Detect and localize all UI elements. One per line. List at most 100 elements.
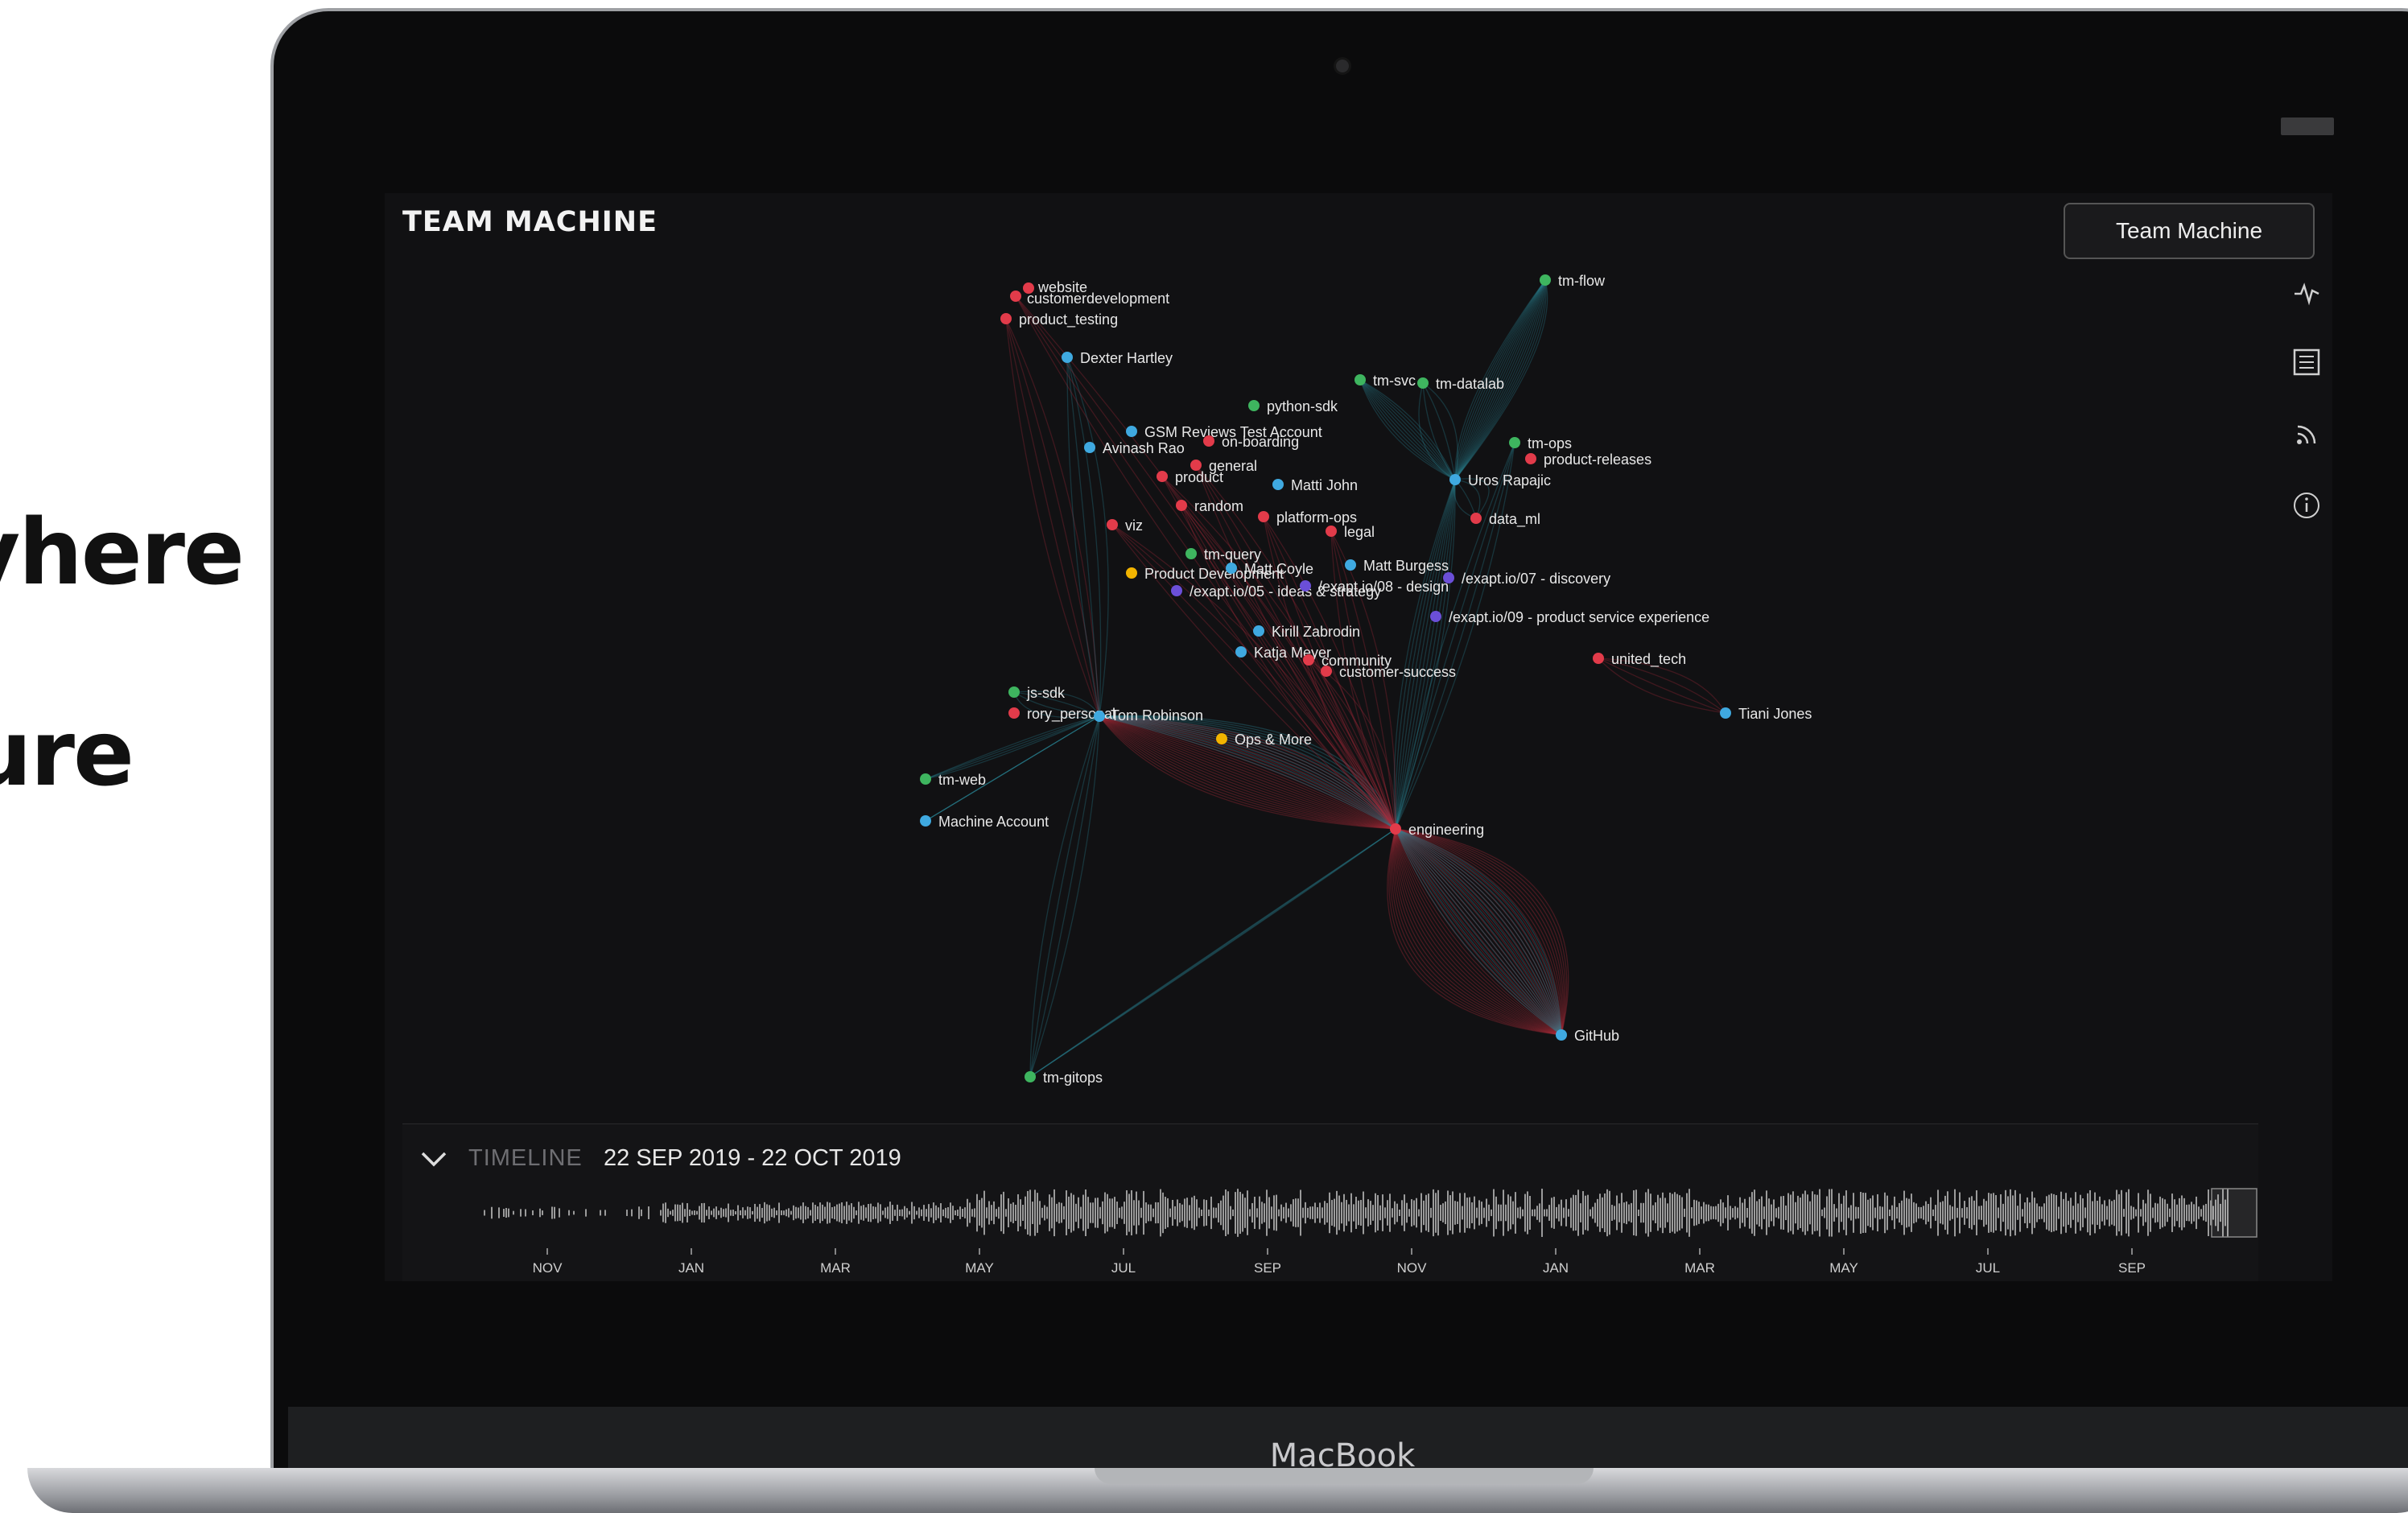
graph-node-dot[interactable] — [1509, 437, 1520, 448]
graph-node-label: Tiani Jones — [1738, 706, 1812, 722]
graph-node[interactable]: Tom Robinson — [1094, 707, 1203, 724]
graph-node-dot[interactable] — [1540, 274, 1551, 286]
graph-node-label: tm-query — [1204, 546, 1261, 563]
month-label: SEP — [2118, 1260, 2146, 1276]
graph-node-dot[interactable] — [1226, 563, 1237, 574]
timeline-selection-brush[interactable] — [2211, 1188, 2258, 1238]
hero-headline-line-1: vhere — [0, 501, 245, 605]
graph-node-dot[interactable] — [1300, 580, 1311, 592]
month-label: JAN — [678, 1260, 704, 1276]
graph-node[interactable]: Machine Account — [920, 814, 1049, 830]
graph-node-dot[interactable] — [1253, 625, 1264, 637]
graph-node-dot[interactable] — [1025, 1071, 1036, 1082]
activity-icon[interactable] — [2290, 277, 2323, 309]
graph-node-dot[interactable] — [1443, 572, 1454, 583]
graph-node-label: js-sdk — [1026, 685, 1066, 701]
graph-node[interactable]: tm-query — [1185, 546, 1261, 563]
graph-node-dot[interactable] — [1008, 707, 1020, 719]
graph-node-dot[interactable] — [920, 815, 931, 827]
graph-node-label: legal — [1344, 524, 1375, 540]
graph-node-dot[interactable] — [1157, 471, 1168, 482]
graph-node-dot[interactable] — [1720, 707, 1731, 719]
graph-node[interactable]: customerdevelopment — [1010, 291, 1169, 307]
graph-node-label: Matt Coyle — [1244, 561, 1313, 577]
graph-edge — [925, 715, 1100, 780]
graph-edge — [1359, 379, 1456, 480]
graph-node-dot[interactable] — [1345, 559, 1356, 571]
graph-node-dot[interactable] — [1062, 352, 1073, 363]
graph-node-dot[interactable] — [1326, 526, 1337, 537]
graph-node-dot[interactable] — [1417, 377, 1429, 389]
graph-node-dot[interactable] — [1258, 511, 1269, 522]
graph-node[interactable]: Avinash Rao — [1084, 440, 1185, 456]
graph-node-dot[interactable] — [1185, 548, 1197, 559]
graph-node-dot[interactable] — [1008, 686, 1020, 698]
graph-node-dot[interactable] — [1470, 513, 1482, 524]
list-icon[interactable] — [2290, 346, 2323, 378]
info-icon[interactable] — [2290, 489, 2323, 522]
graph-node-label: customerdevelopment — [1027, 291, 1169, 307]
laptop-camera — [1336, 60, 1349, 72]
graph-node-label: tm-ops — [1528, 435, 1572, 451]
graph-node-dot[interactable] — [1126, 567, 1137, 579]
graph-node[interactable]: GitHub — [1556, 1028, 1619, 1044]
graph-node[interactable]: tm-flow — [1540, 273, 1606, 289]
graph-node-dot[interactable] — [920, 773, 931, 785]
graph-node-dot[interactable] — [1525, 453, 1536, 464]
chevron-down-icon[interactable] — [420, 1144, 447, 1175]
graph-node-dot[interactable] — [1449, 474, 1461, 485]
graph-node[interactable]: /exapt.io/08 - design — [1300, 579, 1449, 595]
graph-node-label: Dexter Hartley — [1080, 350, 1173, 366]
graph-node-dot[interactable] — [1176, 500, 1187, 511]
month-label: SEP — [1254, 1260, 1281, 1276]
graph-node-dot[interactable] — [1556, 1029, 1567, 1041]
graph-node-dot[interactable] — [1171, 585, 1182, 596]
graph-node-dot[interactable] — [1354, 374, 1366, 385]
month-label: MAR — [1684, 1260, 1715, 1276]
graph-node-label: /exapt.io/09 - product service experienc… — [1449, 609, 1709, 625]
graph-node[interactable]: product-releases — [1525, 451, 1651, 468]
month-label: JUL — [1976, 1260, 2000, 1276]
graph-node[interactable]: tm-gitops — [1025, 1070, 1103, 1086]
graph-node-dot[interactable] — [1000, 313, 1012, 324]
graph-node-label: customer-success — [1339, 664, 1456, 680]
graph-node-dot[interactable] — [1084, 442, 1095, 453]
network-graph[interactable]: websitecustomerdevelopmentproduct_testin… — [385, 193, 2332, 1127]
graph-node[interactable]: data_ml — [1470, 511, 1540, 528]
graph-node[interactable]: python-sdk — [1248, 398, 1338, 414]
graph-node-label: Tom Robinson — [1111, 707, 1203, 724]
graph-node-dot[interactable] — [1390, 823, 1401, 835]
graph-node-dot[interactable] — [1430, 611, 1441, 622]
graph-node[interactable]: viz — [1107, 517, 1143, 534]
graph-node[interactable]: tm-ops — [1509, 435, 1572, 451]
graph-node[interactable]: platform-ops — [1258, 509, 1357, 526]
graph-node-dot[interactable] — [1126, 426, 1137, 437]
graph-node-dot[interactable] — [1248, 400, 1260, 411]
graph-node-dot[interactable] — [1216, 733, 1227, 744]
graph-node-dot[interactable] — [1235, 646, 1247, 658]
graph-node[interactable]: Matt Burgess — [1345, 558, 1449, 574]
graph-node-dot[interactable] — [1203, 435, 1214, 447]
graph-node[interactable]: /exapt.io/07 - discovery — [1443, 571, 1610, 587]
graph-node-label: random — [1194, 498, 1243, 514]
graph-node[interactable]: /exapt.io/09 - product service experienc… — [1430, 609, 1709, 625]
graph-node-dot[interactable] — [1321, 666, 1332, 677]
graph-node[interactable]: Dexter Hartley — [1062, 350, 1173, 366]
timeline-activity-chart[interactable]: NOV JAN MAR MAY JUL SEP NOV JAN MAR MAY JUL SEP — [402, 1181, 2258, 1281]
graph-node[interactable]: tm-web — [920, 772, 986, 788]
graph-node-dot[interactable] — [1010, 291, 1021, 302]
graph-node[interactable]: Tiani Jones — [1720, 706, 1812, 722]
graph-node[interactable]: Matti John — [1272, 477, 1358, 493]
graph-node[interactable]: Uros Rapajic — [1449, 472, 1551, 489]
rss-icon[interactable] — [2290, 418, 2323, 451]
graph-node-label: python-sdk — [1267, 398, 1338, 414]
graph-node-dot[interactable] — [1303, 654, 1314, 666]
graph-node[interactable]: united_tech — [1593, 651, 1686, 668]
graph-node[interactable]: customer-success — [1321, 664, 1456, 680]
graph-node[interactable]: product_testing — [1000, 311, 1118, 328]
graph-node-dot[interactable] — [1593, 653, 1604, 664]
graph-node-dot[interactable] — [1272, 479, 1284, 490]
team-machine-button[interactable]: Team Machine — [2064, 203, 2315, 259]
graph-node-dot[interactable] — [1107, 519, 1118, 530]
graph-node-dot[interactable] — [1094, 711, 1105, 722]
